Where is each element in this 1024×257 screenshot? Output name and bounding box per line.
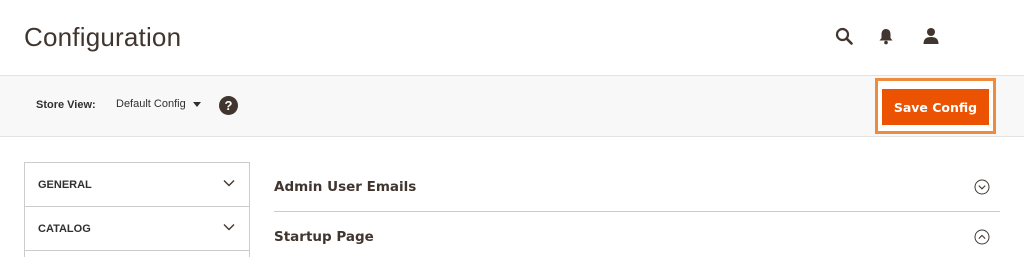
section-title: Startup Page: [274, 229, 374, 245]
store-view-label: Store View:: [36, 99, 96, 111]
circle-chevron-down-icon: [974, 179, 990, 195]
configuration-page: Configuration Store View: Default Config: [0, 0, 1024, 257]
config-sidebar: GENERAL CATALOG: [24, 162, 250, 257]
section-admin-user-emails[interactable]: Admin User Emails: [274, 162, 1000, 212]
caret-down-icon: [192, 101, 201, 107]
page-title: Configuration: [24, 22, 182, 52]
config-sections: Admin User Emails Startup Page: [274, 162, 1000, 257]
help-icon[interactable]: ?: [219, 96, 238, 115]
notifications-icon[interactable]: [874, 24, 898, 48]
sidebar-item-label: CATALOG: [38, 223, 91, 235]
chevron-down-icon: [223, 180, 235, 187]
sidebar-item-catalog[interactable]: CATALOG: [25, 207, 249, 251]
sidebar-item-general[interactable]: GENERAL: [25, 163, 249, 207]
save-config-button[interactable]: Save Config: [882, 89, 989, 125]
chevron-down-icon: [223, 224, 235, 231]
circle-chevron-up-icon: [974, 229, 990, 245]
save-button-highlight: Save Config: [875, 78, 996, 134]
user-account-icon[interactable]: [919, 24, 943, 48]
header-actions: [830, 24, 950, 48]
store-view-value: Default Config: [116, 98, 186, 110]
section-title: Admin User Emails: [274, 179, 417, 195]
search-icon[interactable]: [832, 24, 856, 48]
section-startup-page[interactable]: Startup Page: [274, 212, 1000, 257]
store-view-switcher[interactable]: Default Config: [116, 98, 201, 110]
sidebar-item-label: GENERAL: [38, 179, 92, 191]
page-actions-toolbar: Store View: Default Config ? Save Config: [0, 75, 1024, 137]
